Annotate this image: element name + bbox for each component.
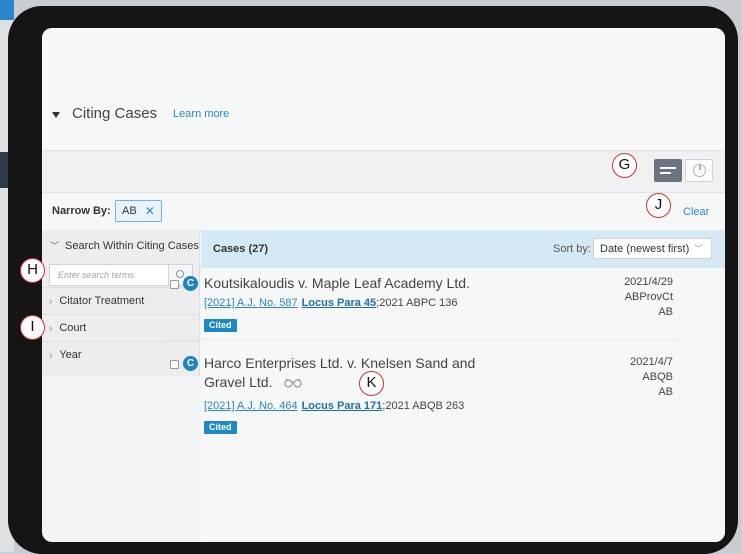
filter-chip-ab[interactable]: AB ✕ [115, 200, 162, 222]
list-view-icon [660, 167, 676, 169]
learn-more-link[interactable]: Learn more [173, 108, 229, 120]
select-checkbox[interactable] [170, 280, 179, 289]
citation-link[interactable]: [2021] A.J. No. 587 [204, 297, 298, 309]
list-view-icon-line [660, 172, 671, 174]
filter-chip-label: AB [122, 205, 137, 217]
chevron-right-icon: › [49, 349, 53, 361]
header-area [42, 28, 725, 150]
annotation-marker-j: J [646, 193, 671, 218]
case-meta: 2021/4/29 ABProvCt AB [624, 275, 673, 320]
case-court: ABQB [642, 371, 673, 383]
annotation-marker-k: K [359, 371, 384, 396]
parallel-citation: ;2021 ABPC 136 [376, 297, 458, 309]
case-meta: 2021/4/7 ABQB AB [630, 355, 673, 400]
caret-down-icon[interactable] [52, 111, 60, 118]
clear-filters-link[interactable]: Clear [683, 206, 709, 218]
close-icon[interactable]: ✕ [145, 204, 155, 218]
chevron-down-icon: ﹀ [693, 244, 703, 254]
citing-cases-header[interactable]: Citing Cases Learn more [52, 105, 229, 122]
sidebar-item-label: Citator Treatment [59, 295, 145, 307]
results-header: Cases (27) Sort by: Date (newest first) … [201, 230, 725, 268]
search-within-toggle[interactable]: ﹀ Search Within Citing Cases [50, 239, 199, 252]
sidebar-item-label: Year [59, 349, 82, 361]
case-date: 2021/4/7 [630, 356, 673, 368]
locus-link[interactable]: Locus Para 45 [302, 297, 377, 309]
parallel-citation: ;2021 ABQB 263 [382, 400, 465, 412]
list-item: C Harco Enterprises Ltd. v. Knelsen Sand… [170, 354, 675, 436]
chart-view-button[interactable] [685, 159, 713, 182]
chevron-down-icon: ﹀ [50, 241, 60, 251]
sort-value: Date (newest first) [600, 242, 690, 255]
case-title[interactable]: Harco Enterprises Ltd. v. Knelsen Sand a… [204, 354, 494, 393]
divider [166, 339, 678, 340]
search-terms-field[interactable] [49, 264, 169, 286]
sort-by-label: Sort by: [553, 243, 591, 255]
citation-signal-icon[interactable]: C [183, 356, 198, 371]
annotation-marker-g: G [612, 153, 637, 178]
case-jurisdiction: AB [658, 386, 673, 398]
list-item: C Koutsikaloudis v. Maple Leaf Academy L… [170, 274, 675, 336]
select-checkbox[interactable] [170, 360, 179, 369]
locus-link[interactable]: Locus Para 171 [302, 400, 383, 412]
chevron-right-icon: › [49, 295, 53, 307]
sidebar-item-label: Court [59, 322, 87, 334]
narrow-by-row: Narrow By: AB ✕ Clear [42, 193, 725, 230]
citation-line: [2021] A.J. No. 464 Locus Para 171;2021 A… [204, 400, 464, 412]
citation-link[interactable]: [2021] A.J. No. 464 [204, 400, 298, 412]
section-title: Citing Cases [72, 105, 158, 122]
list-view-button[interactable] [654, 159, 682, 182]
cases-count: Cases (27) [213, 243, 269, 255]
case-title-text[interactable]: Harco Enterprises Ltd. v. Knelsen Sand a… [204, 355, 475, 390]
case-date: 2021/4/29 [624, 276, 673, 288]
annotation-marker-h: H [20, 258, 45, 283]
glasses-icon[interactable] [284, 374, 302, 393]
sort-select[interactable]: Date (newest first) ﹀ [593, 238, 712, 259]
status-badge: Cited [204, 421, 237, 434]
citation-line: [2021] A.J. No. 587 Locus Para 45;2021 AB… [204, 297, 458, 309]
chevron-right-icon: › [49, 322, 53, 334]
case-jurisdiction: AB [658, 306, 673, 318]
case-title[interactable]: Koutsikaloudis v. Maple Leaf Academy Ltd… [204, 274, 504, 293]
case-court: ABProvCt [624, 291, 673, 303]
narrow-by-label: Narrow By: [52, 205, 111, 217]
citation-signal-icon[interactable]: C [183, 276, 198, 291]
search-input[interactable] [50, 265, 168, 285]
status-badge: Cited [204, 319, 237, 332]
search-within-label: Search Within Citing Cases [65, 239, 199, 252]
annotation-marker-i: I [20, 315, 45, 340]
background-accent [0, 0, 14, 20]
pie-chart-icon [693, 164, 706, 177]
